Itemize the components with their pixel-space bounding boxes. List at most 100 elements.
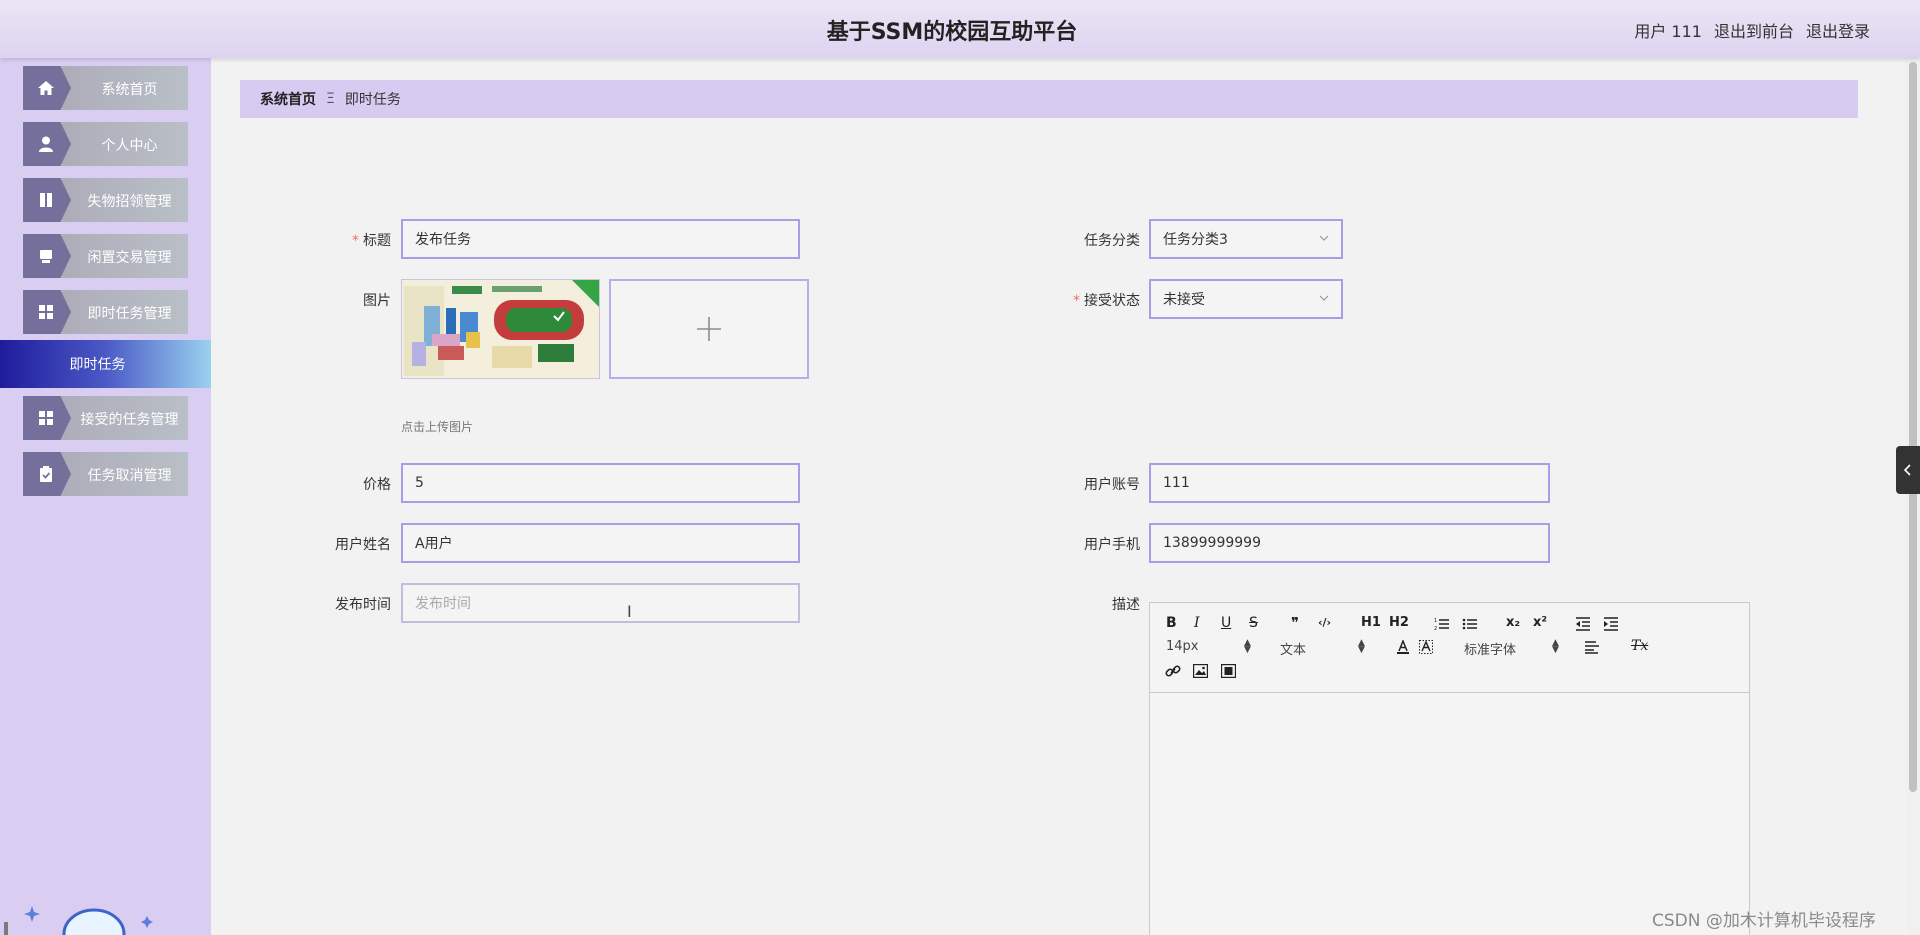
description-editor[interactable]: B I U S ❞ ‹/› H1 H2 12 x₂ x² 14px ▲ ▼ 文本 … — [1149, 602, 1750, 935]
phone-input[interactable]: 13899999999 — [1149, 523, 1550, 563]
upload-hint: 点击上传图片 — [401, 420, 474, 434]
link-icon[interactable] — [1165, 664, 1181, 678]
quote-button[interactable]: ❞ — [1291, 614, 1299, 632]
price-label: 价格 — [363, 477, 391, 493]
sidebar-item-profile[interactable]: 个人中心 — [23, 122, 188, 166]
subscript-button[interactable]: x₂ — [1506, 615, 1520, 630]
clear-format-button[interactable]: Tx — [1631, 638, 1648, 654]
sidebar-item-label: 失物招领管理 — [87, 194, 172, 210]
home-icon — [38, 81, 54, 95]
title-label: * 标题 — [352, 233, 391, 249]
sidebar-item-accepted-tasks[interactable]: 接受的任务管理 — [23, 396, 188, 440]
panel-toggle-button[interactable] — [1896, 446, 1920, 494]
grid-icon — [39, 305, 53, 319]
breadcrumb-current: 即时任务 — [344, 92, 401, 108]
font-color-icon[interactable] — [1396, 640, 1410, 654]
username-input[interactable]: A用户 — [401, 523, 800, 563]
svg-text:1: 1 — [1434, 618, 1437, 624]
publish-time-input[interactable]: 发布时间 — [401, 583, 800, 623]
font-size-value: 14px — [1166, 639, 1199, 654]
image-label: 图片 — [363, 293, 391, 309]
video-icon[interactable] — [1221, 664, 1236, 678]
text-type-value: 文本 — [1280, 643, 1307, 658]
top-header: 基于SSM的校园互助平台 用户 111 退出到前台 退出登录 — [0, 0, 1920, 58]
text-cursor-icon: I — [627, 602, 632, 621]
strike-button[interactable]: S — [1249, 615, 1258, 631]
font-family-value: 标准字体 — [1464, 643, 1517, 658]
clipboard-icon — [40, 466, 52, 482]
ordered-list-icon[interactable]: 12 — [1434, 617, 1450, 631]
sidebar-item-label: 个人中心 — [101, 138, 158, 154]
sidebar-item-home[interactable]: 系统首页 — [23, 66, 188, 110]
plus-icon — [697, 317, 721, 341]
page-scrollbar[interactable] — [1906, 58, 1920, 935]
underline-button[interactable]: U — [1221, 615, 1231, 631]
accept-status-value: 未接受 — [1163, 292, 1205, 308]
superscript-button[interactable]: x² — [1533, 615, 1547, 630]
bullet-list-icon[interactable] — [1462, 617, 1478, 631]
accept-status-select[interactable]: 未接受 — [1149, 279, 1343, 319]
campus-map-image — [402, 280, 599, 378]
watermark: CSDN @加木计算机毕设程序 — [1652, 911, 1876, 931]
font-size-select[interactable]: 14px ▲ ▼ — [1166, 638, 1256, 655]
sidebar-item-label: 闲置交易管理 — [87, 250, 172, 266]
updown-icon: ▲ ▼ — [1244, 638, 1251, 655]
updown-icon: ▲ ▼ — [1358, 638, 1365, 655]
updown-icon: ▲ ▼ — [1552, 638, 1559, 655]
background-color-icon[interactable] — [1419, 640, 1433, 654]
account-label: 用户账号 — [1084, 477, 1140, 493]
bold-button[interactable]: B — [1166, 615, 1177, 631]
image-upload-button[interactable] — [609, 279, 809, 379]
sidebar-item-label: 接受的任务管理 — [80, 412, 179, 428]
breadcrumb-home[interactable]: 系统首页 — [260, 89, 316, 109]
book-icon — [40, 193, 52, 207]
category-label: 任务分类 — [1084, 233, 1140, 249]
text-type-select[interactable]: 文本 ▲ ▼ — [1280, 638, 1370, 659]
align-left-icon[interactable] — [1584, 641, 1600, 654]
decoration-bubble-icon — [4, 906, 153, 935]
title-input[interactable]: 发布任务 — [401, 219, 800, 259]
sidebar-item-instant-task-mgmt[interactable]: 即时任务管理 — [23, 290, 188, 334]
page-title: 基于SSM的校园互助平台 — [826, 20, 1078, 45]
h1-button[interactable]: H1 — [1361, 615, 1381, 630]
category-select[interactable]: 任务分类3 — [1149, 219, 1343, 259]
account-input[interactable]: 111 — [1149, 463, 1550, 503]
breadcrumb-separator: Ξ — [326, 91, 335, 107]
outdent-icon[interactable] — [1575, 617, 1591, 631]
description-label: 描述 — [1112, 597, 1140, 613]
price-input[interactable]: 5 — [401, 463, 800, 503]
image-icon[interactable] — [1193, 664, 1208, 678]
current-user: 用户 111 — [1634, 22, 1702, 41]
grid-icon — [39, 411, 53, 425]
header-actions: 用户 111 退出到前台 退出登录 — [1634, 18, 1870, 42]
accept-status-label: * 接受状态 — [1073, 293, 1140, 309]
svg-text:2: 2 — [1434, 626, 1437, 631]
category-value: 任务分类3 — [1163, 232, 1228, 248]
italic-button[interactable]: I — [1194, 615, 1200, 631]
h2-button[interactable]: H2 — [1389, 615, 1409, 630]
scroll-thumb[interactable] — [1909, 62, 1917, 792]
chevron-down-icon — [1319, 235, 1329, 241]
logout-link[interactable]: 退出登录 — [1806, 18, 1870, 42]
indent-icon[interactable] — [1603, 617, 1619, 631]
user-icon — [39, 136, 53, 152]
publish-time-label: 发布时间 — [335, 597, 391, 613]
chevron-left-icon — [1903, 464, 1911, 476]
sidebar-item-label: 任务取消管理 — [87, 468, 172, 484]
sidebar: 系统首页 个人中心 失物招领管理 闲置交易管理 即时任务管理 即时任务 接受的任… — [0, 58, 211, 935]
sidebar-item-task-cancel[interactable]: 任务取消管理 — [23, 452, 188, 496]
editor-toolbar: B I U S ❞ ‹/› H1 H2 12 x₂ x² 14px ▲ ▼ 文本 … — [1150, 603, 1749, 693]
sidebar-item-idle-trade[interactable]: 闲置交易管理 — [23, 234, 188, 278]
sidebar-item-instant-task[interactable]: 即时任务 — [0, 340, 211, 388]
code-button[interactable]: ‹/› — [1318, 616, 1331, 629]
sidebar-item-label: 系统首页 — [101, 82, 158, 98]
sidebar-item-lost-found[interactable]: 失物招领管理 — [23, 178, 188, 222]
to-front-link[interactable]: 退出到前台 — [1714, 18, 1794, 42]
box-icon — [40, 250, 52, 263]
username-label: 用户姓名 — [335, 537, 391, 553]
chevron-down-icon — [1319, 295, 1329, 301]
font-family-select[interactable]: 标准字体 ▲ ▼ — [1464, 638, 1564, 659]
phone-label: 用户手机 — [1084, 537, 1140, 553]
sidebar-item-label: 即时任务管理 — [87, 306, 172, 322]
uploaded-image[interactable] — [401, 279, 600, 379]
